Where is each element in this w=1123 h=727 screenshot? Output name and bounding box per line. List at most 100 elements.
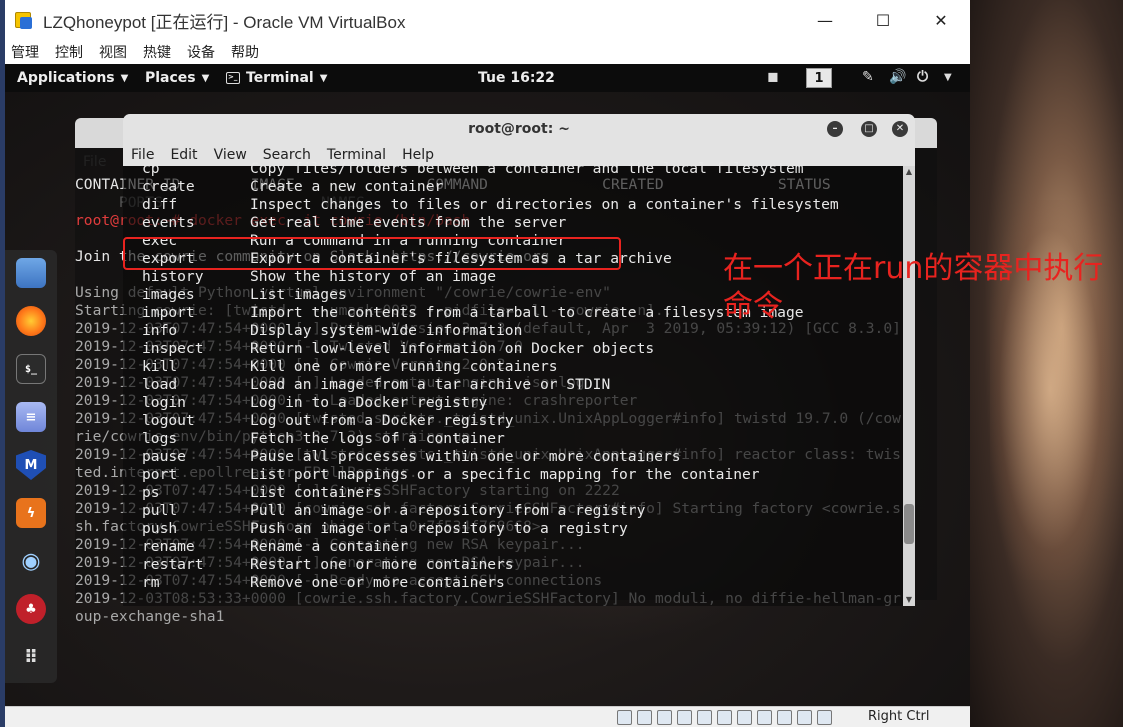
workspace-indicator[interactable]: 1 — [806, 68, 832, 88]
shared-folders-icon[interactable] — [717, 710, 732, 725]
minimize-button[interactable]: — — [796, 0, 854, 40]
docker-help-output: cp Copy files/folders between a container… — [142, 160, 839, 592]
terminal-maximize-icon[interactable]: □ — [861, 121, 877, 137]
command-description: Pause all processes within one or more c… — [250, 448, 681, 465]
eye-icon[interactable]: ◉ — [16, 546, 46, 576]
power-icon[interactable]: ⏻ — [917, 69, 928, 85]
applications-menu[interactable]: Applications ▼ — [17, 70, 128, 86]
command-description: List images — [250, 286, 347, 303]
command-description: Restart one or more containers — [250, 556, 514, 573]
command-name: port — [142, 466, 178, 483]
command-name: push — [142, 520, 178, 537]
bg-terminal-file-menu[interactable]: File — [83, 154, 106, 170]
video-camera-icon[interactable]: ◼ — [767, 69, 779, 85]
guest-screen[interactable]: Applications ▼ Places ▼ >_ Terminal ▼ Tue 16… — [5, 64, 970, 706]
annotation-text: 在一个正在run的容器中执行命令 — [723, 251, 1104, 324]
cherry-icon[interactable]: ♣ — [16, 594, 46, 624]
terminal-minimize-icon[interactable]: – — [827, 121, 843, 137]
command-name: restart — [142, 556, 204, 573]
command-name: logout — [142, 412, 195, 429]
usb-icon[interactable] — [697, 710, 712, 725]
audio-icon[interactable] — [657, 710, 672, 725]
menu-hotkeys[interactable]: 热键 — [143, 42, 171, 62]
command-row-push: push Push an image or a repository to a r… — [142, 520, 839, 538]
command-row-login: login Log in to a Docker registry — [142, 394, 839, 412]
metasploit-icon[interactable]: M — [16, 450, 46, 480]
command-name: pause — [142, 448, 186, 465]
command-description: List port mappings or a specific mapping… — [250, 466, 760, 483]
files-icon[interactable] — [16, 258, 46, 288]
command-name: ps — [142, 484, 160, 501]
command-row-kill: kill Kill one or more running containers — [142, 358, 839, 376]
cpu-icon[interactable] — [777, 710, 792, 725]
command-description: Remove one or more containers — [250, 574, 505, 591]
places-label: Places — [145, 70, 196, 86]
command-row-pull: pull Pull an image or a repository from a… — [142, 502, 839, 520]
firefox-icon[interactable] — [16, 306, 46, 336]
dropdown-arrow-icon: ▼ — [120, 72, 129, 84]
dropdown-arrow-icon: ▼ — [319, 72, 328, 84]
command-description: Create a new container — [250, 178, 444, 195]
command-row-logs: logs Fetch the logs of a container — [142, 430, 839, 448]
command-row-rm: rm Remove one or more containers — [142, 574, 839, 592]
command-name: cp — [142, 160, 160, 177]
recording-icon[interactable] — [757, 710, 772, 725]
clock[interactable]: Tue 16:22 — [478, 70, 555, 86]
command-description: Show the history of an image — [250, 268, 497, 285]
scroll-up-icon[interactable]: ▲ — [903, 166, 915, 178]
menu-devices[interactable]: 设备 — [187, 42, 215, 62]
command-description: Load an image from a tar archive or STDI… — [250, 376, 611, 393]
menu-control[interactable]: 控制 — [55, 42, 83, 62]
terminal-scrollbar[interactable]: ▲ ▼ — [903, 166, 915, 606]
keyboard-icon[interactable] — [817, 710, 832, 725]
command-row-inspect: inspect Return low-level information on D… — [142, 340, 839, 358]
command-name: inspect — [142, 340, 204, 357]
hard-disk-icon[interactable] — [617, 710, 632, 725]
command-name: info — [142, 322, 178, 339]
command-name: pull — [142, 502, 178, 519]
command-description: List containers — [250, 484, 382, 501]
command-description: Push an image or a repository to a regis… — [250, 520, 628, 537]
show-apps-grid-icon[interactable]: ⠿ — [16, 642, 46, 672]
menu-manage[interactable]: 管理 — [11, 42, 39, 62]
notes-icon[interactable]: ≡ — [16, 402, 46, 432]
command-row-events: events Get real time events from the serv… — [142, 214, 839, 232]
command-description: Rename a container — [250, 538, 409, 555]
command-name: rm — [142, 574, 160, 591]
scroll-thumb[interactable] — [904, 504, 914, 544]
foreground-terminal-window[interactable]: root@root: ~ – □ ✕ File Edit View Search… — [123, 114, 915, 606]
command-name: create — [142, 178, 195, 195]
title-bar: LZQhoneypot [正在运行] - Oracle VM VirtualBo… — [5, 0, 970, 40]
scroll-down-icon[interactable]: ▼ — [903, 594, 915, 606]
command-row-port: port List port mappings or a specific map… — [142, 466, 839, 484]
command-name: history — [142, 268, 204, 285]
mouse-integration-icon[interactable] — [797, 710, 812, 725]
menu-view[interactable]: 视图 — [99, 42, 127, 62]
display-icon[interactable] — [737, 710, 752, 725]
terminal-body[interactable]: cp Copy files/folders between a container… — [123, 160, 915, 606]
close-button[interactable]: ✕ — [912, 0, 970, 40]
places-menu[interactable]: Places ▼ — [145, 70, 209, 86]
network-icon[interactable] — [677, 710, 692, 725]
command-name: rename — [142, 538, 195, 555]
command-description: Fetch the logs of a container — [250, 430, 505, 447]
vbox-status-bar: Right Ctrl — [5, 706, 970, 727]
terminal-app-menu[interactable]: >_ Terminal ▼ — [226, 70, 327, 86]
menu-help[interactable]: 帮助 — [231, 42, 259, 62]
command-row-create: create Create a new container — [142, 178, 839, 196]
command-name: diff — [142, 196, 178, 213]
burpsuite-icon[interactable]: ϟ — [16, 498, 46, 528]
gnome-top-bar: Applications ▼ Places ▼ >_ Terminal ▼ Tue 16… — [5, 64, 970, 92]
optical-drive-icon[interactable] — [637, 710, 652, 725]
command-name: logs — [142, 430, 178, 447]
volume-icon[interactable]: 🔊 — [889, 69, 906, 85]
command-row-cp: cp Copy files/folders between a container… — [142, 160, 839, 178]
host-desktop-background — [970, 0, 1123, 727]
maximize-button[interactable]: ☐ — [854, 0, 912, 40]
command-description: Import the contents from a tarball to cr… — [250, 304, 804, 321]
bg-terminal-line: oup-exchange-sha1 — [75, 608, 225, 625]
terminal-close-icon[interactable]: ✕ — [892, 121, 908, 137]
terminal-dock-icon[interactable]: $_ — [16, 354, 46, 384]
system-menu-arrow-icon[interactable]: ▼ — [944, 72, 952, 83]
pen-icon[interactable]: ✎ — [862, 69, 874, 85]
